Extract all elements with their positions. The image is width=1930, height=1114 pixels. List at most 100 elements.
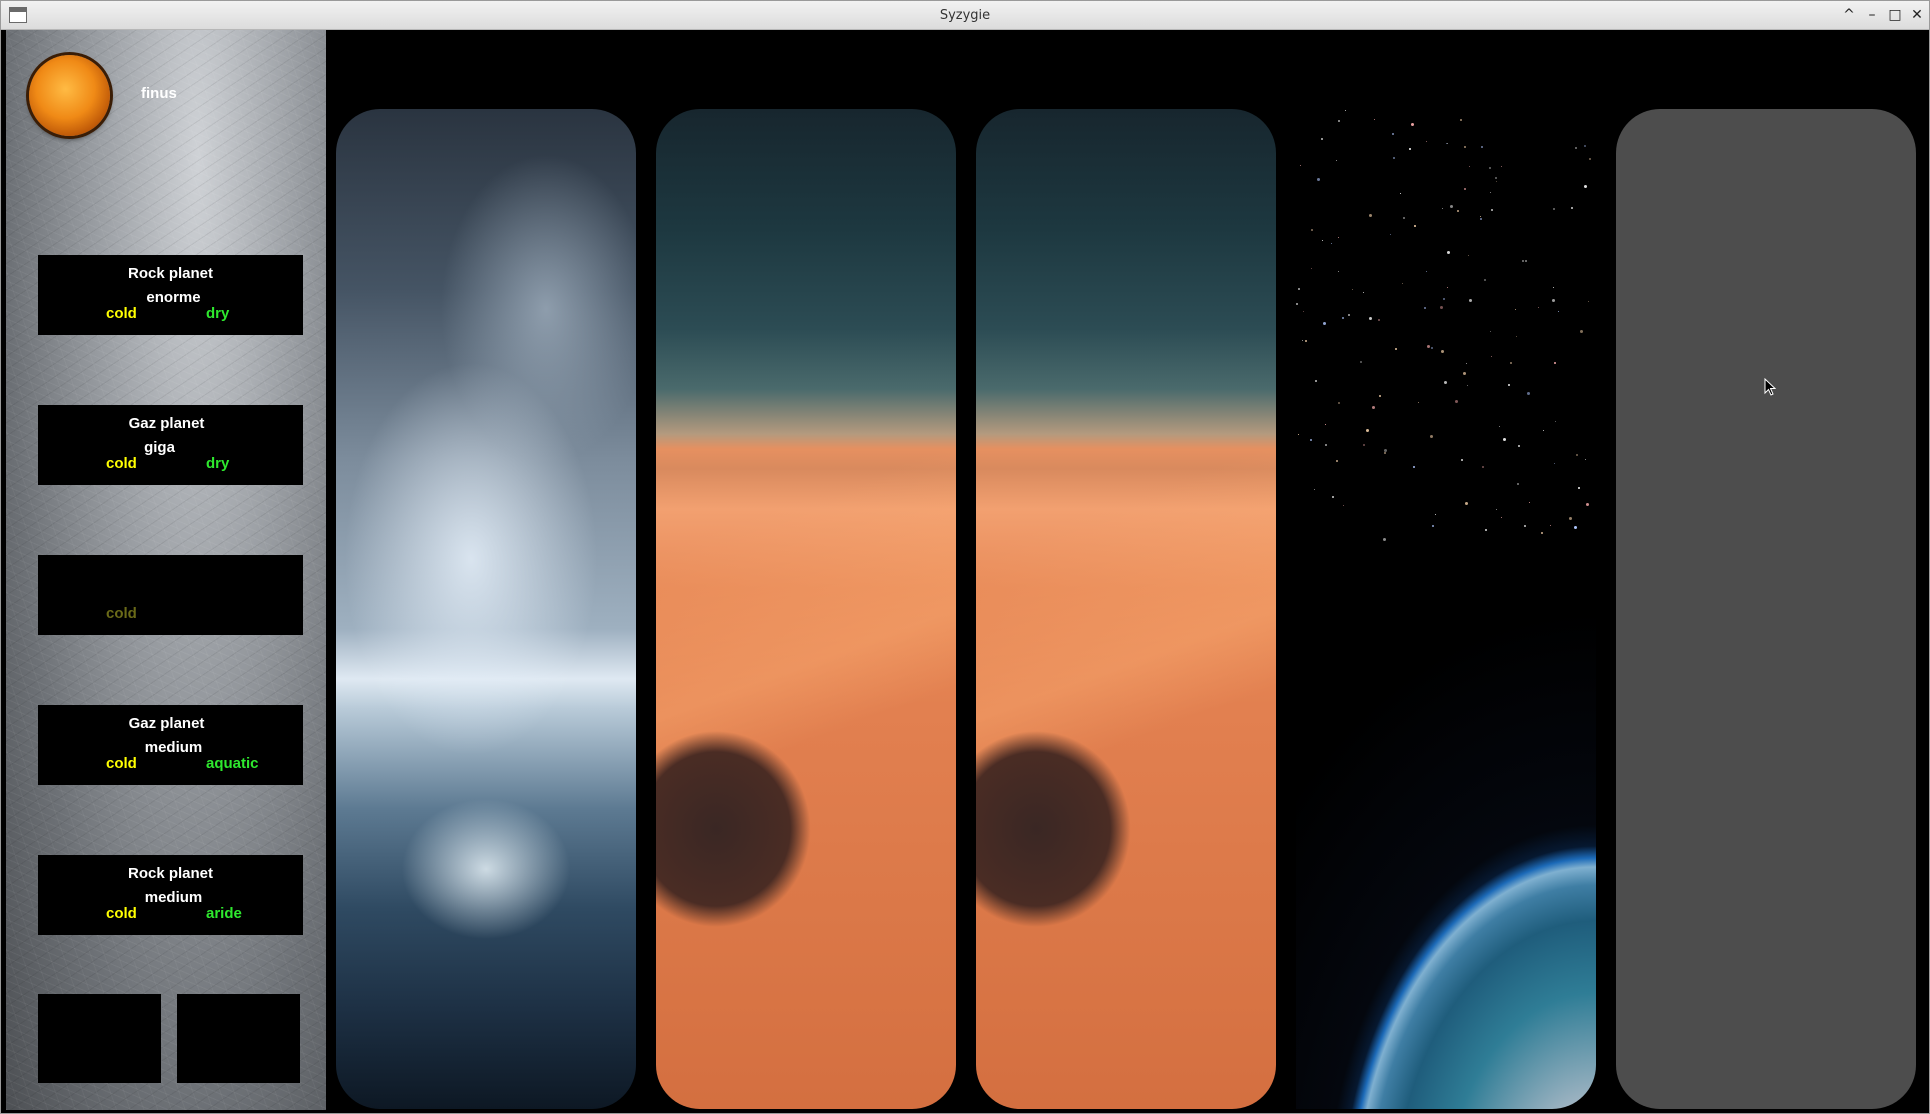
- star: [1418, 401, 1420, 403]
- star: [1447, 142, 1449, 144]
- star: [1585, 502, 1589, 506]
- card-temperature: cold: [106, 455, 137, 472]
- card-humidity: dry: [206, 455, 230, 472]
- card-type: Gaz planet: [128, 415, 205, 432]
- planet-card[interactable]: cold: [38, 555, 303, 635]
- star: [1408, 147, 1411, 150]
- empty-panel[interactable]: [1616, 109, 1916, 1109]
- maximize-icon[interactable]: □: [1885, 5, 1905, 25]
- app-window: Syzygie ^ – □ ✕ finus Rock planet enorme…: [0, 0, 1930, 1114]
- card-size: medium: [144, 889, 203, 906]
- shade-icon[interactable]: ^: [1839, 5, 1859, 25]
- empty-slot[interactable]: [177, 994, 300, 1083]
- star: [1480, 218, 1483, 221]
- star: [1348, 313, 1351, 316]
- star: [1331, 242, 1333, 244]
- star: [1469, 298, 1473, 302]
- star: [1541, 532, 1544, 535]
- star: [1575, 147, 1578, 150]
- desert-panel[interactable]: [656, 109, 956, 1109]
- star: [1480, 146, 1483, 149]
- star: [1322, 240, 1324, 242]
- empty-slot[interactable]: [38, 994, 161, 1083]
- star: [1390, 233, 1392, 235]
- mouse-cursor-icon: [1764, 378, 1777, 396]
- card-type: Rock planet: [127, 865, 214, 882]
- star: [1444, 381, 1448, 385]
- star: [1446, 251, 1450, 255]
- star: [1431, 346, 1434, 349]
- star: [1496, 508, 1498, 510]
- star: [1587, 300, 1589, 302]
- star: [1402, 216, 1405, 219]
- planet-sidebar: finus Rock planet enorme cold dry Gaz pl…: [6, 30, 326, 1110]
- star: [1383, 538, 1387, 542]
- star: [1303, 311, 1305, 313]
- star: [1550, 525, 1552, 527]
- star: [1302, 339, 1304, 341]
- desert-panel[interactable]: [976, 109, 1276, 1109]
- card-size: medium: [144, 739, 203, 756]
- star: [1585, 459, 1587, 461]
- window-title: Syzygie: [939, 8, 991, 23]
- earth-from-space-panel[interactable]: [1296, 109, 1596, 1109]
- star: [1499, 426, 1501, 427]
- close-icon[interactable]: ✕: [1907, 5, 1927, 25]
- star: [1460, 119, 1463, 122]
- star: [1584, 185, 1588, 189]
- star: [1557, 311, 1559, 313]
- star: [1442, 297, 1445, 300]
- planet-card[interactable]: Gaz planet giga cold dry: [38, 405, 303, 485]
- star: [1431, 524, 1434, 527]
- ocean-storm-panel[interactable]: [336, 109, 636, 1109]
- star: [1377, 319, 1380, 322]
- star: [1426, 271, 1428, 273]
- star: [1456, 209, 1459, 212]
- star: [1362, 444, 1365, 447]
- star: [1551, 298, 1555, 302]
- card-temperature: cold: [106, 305, 137, 322]
- star: [1467, 255, 1469, 257]
- star: [1413, 465, 1416, 468]
- star: [1325, 423, 1326, 425]
- title-bar[interactable]: Syzygie ^ – □ ✕: [1, 1, 1929, 30]
- star: [1554, 361, 1557, 364]
- star: [1464, 501, 1468, 505]
- card-size: enorme: [146, 289, 201, 306]
- card-type: Gaz planet: [128, 715, 205, 732]
- star: [1298, 434, 1300, 436]
- star: [1552, 287, 1554, 289]
- star: [1515, 335, 1517, 337]
- star: [1440, 306, 1444, 310]
- star: [1573, 526, 1577, 530]
- card-humidity: dry: [206, 305, 230, 322]
- star: [1430, 434, 1434, 438]
- star: [1374, 119, 1376, 121]
- card-humidity: aquatic: [206, 755, 259, 772]
- star: [1529, 502, 1531, 504]
- star: [1516, 482, 1519, 485]
- star: [1366, 428, 1370, 432]
- planet-card[interactable]: Gaz planet medium cold aquatic: [38, 705, 303, 785]
- star: [1501, 517, 1503, 519]
- planet-card[interactable]: Rock planet medium cold aride: [38, 855, 303, 935]
- star: [1337, 236, 1339, 238]
- planet-card[interactable]: Rock planet enorme cold dry: [38, 255, 303, 335]
- star: [1441, 350, 1445, 354]
- star: [1413, 225, 1416, 228]
- star: [1569, 517, 1573, 521]
- card-type: Rock planet: [127, 265, 214, 282]
- star: [1362, 291, 1364, 293]
- minimize-icon[interactable]: –: [1862, 5, 1882, 25]
- star: [1369, 213, 1373, 217]
- star: [1508, 383, 1511, 386]
- planet-avatar[interactable]: [29, 55, 110, 136]
- star: [1503, 438, 1507, 442]
- star: [1522, 259, 1525, 262]
- star: [1490, 331, 1492, 333]
- star: [1515, 308, 1517, 310]
- star: [1554, 420, 1556, 422]
- planet-name: finus: [141, 85, 177, 102]
- star: [1325, 443, 1328, 446]
- star: [1527, 391, 1531, 395]
